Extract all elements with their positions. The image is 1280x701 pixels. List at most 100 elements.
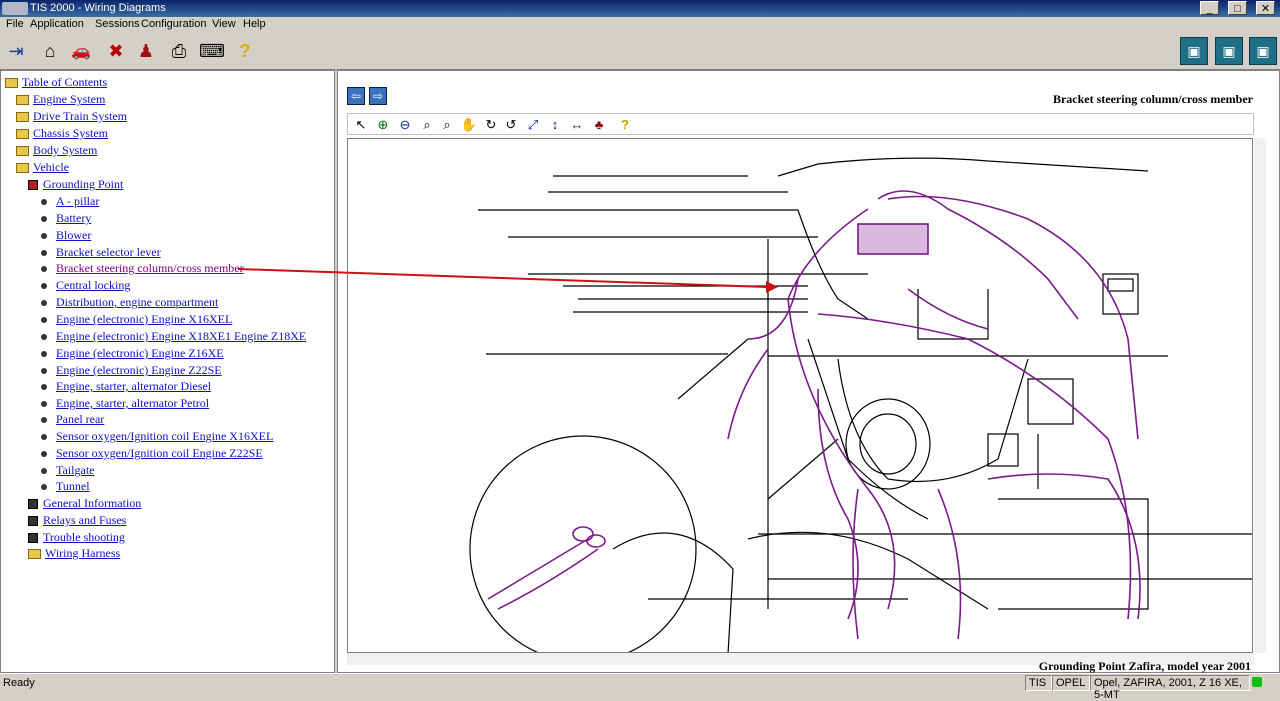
fit-height-icon[interactable]: ↕ (546, 116, 564, 134)
toc-label[interactable]: Engine (electronic) Engine Z16XE (56, 346, 224, 360)
list-item[interactable]: Sensor oxygen/Ignition coil Engine X16XE… (41, 429, 273, 443)
list-item[interactable]: Battery (41, 211, 91, 225)
list-item[interactable]: Tailgate (41, 463, 94, 477)
toc-label[interactable]: Engine, starter, alternator Diesel (56, 379, 211, 393)
list-item[interactable]: Sensor oxygen/Ignition coil Engine Z22SE (41, 446, 263, 460)
toc-label[interactable]: Chassis System (33, 126, 108, 140)
bullet-icon (41, 300, 47, 307)
home-icon[interactable]: ⌂ (37, 38, 63, 64)
toc-label[interactable]: Engine (electronic) Engine X16XEL (56, 312, 232, 326)
list-item[interactable]: Bracket selector lever (41, 245, 161, 259)
list-item[interactable]: Blower (41, 228, 91, 242)
menu-file[interactable]: File (6, 18, 24, 30)
list-item[interactable]: Tunnel (41, 479, 90, 493)
toc-item-vehicle[interactable]: Vehicle (16, 160, 69, 174)
menu-application[interactable]: Application (30, 18, 84, 30)
keyboard-icon[interactable]: ⌨ (199, 38, 225, 64)
fit-width-icon[interactable]: ↔ (568, 116, 586, 134)
toc-label[interactable]: Vehicle (33, 160, 69, 174)
diagram-heading: Bracket steering column/cross member (1052, 92, 1253, 106)
toc-item[interactable]: Engine System (16, 92, 105, 106)
car-icon[interactable]: 🚗 (68, 38, 94, 64)
toc-label[interactable]: Trouble shooting (43, 530, 125, 544)
list-item[interactable]: Engine (electronic) Engine X16XEL (41, 312, 232, 326)
list-item-selected[interactable]: Bracket steering column/cross member (41, 261, 244, 275)
toc-item[interactable]: General Information (28, 496, 141, 510)
vehicle-icon-1[interactable]: ▣ (1180, 37, 1208, 65)
toc-label[interactable]: Engine (electronic) Engine Z22SE (56, 363, 222, 377)
vertical-scrollbar[interactable] (1254, 138, 1266, 653)
bullet-icon (41, 384, 47, 391)
toc-label[interactable]: Sensor oxygen/Ignition coil Engine Z22SE (56, 446, 263, 460)
tree-icon[interactable]: ♣ (590, 116, 608, 134)
zoom-window-icon[interactable]: ⌕ (438, 116, 456, 134)
toc-label[interactable]: Engine System (33, 92, 105, 106)
toc-label[interactable]: A - pillar (56, 194, 99, 208)
list-item[interactable]: Central locking (41, 278, 130, 292)
back-arrow-icon[interactable]: ⇦ (347, 87, 365, 105)
list-item[interactable]: Engine, starter, alternator Petrol (41, 396, 209, 410)
toc-label[interactable]: Tailgate (56, 463, 94, 477)
list-item[interactable]: Distribution, engine compartment (41, 295, 218, 309)
toc-root[interactable]: Table of Contents (5, 75, 107, 89)
menu-configuration[interactable]: Configuration (141, 18, 206, 30)
toc-label[interactable]: Sensor oxygen/Ignition coil Engine X16XE… (56, 429, 273, 443)
list-item[interactable]: Engine (electronic) Engine Z22SE (41, 363, 222, 377)
forward-arrow-icon[interactable]: ⇨ (369, 87, 387, 105)
diagram-canvas[interactable] (347, 138, 1253, 653)
minimize-button[interactable]: _ (1200, 1, 1219, 15)
list-item[interactable]: Engine (electronic) Engine X18XE1 Engine… (41, 329, 306, 343)
toc-label[interactable]: Body System (33, 143, 97, 157)
toc-label[interactable]: General Information (43, 496, 141, 510)
maximize-button[interactable]: □ (1228, 1, 1247, 15)
rotate-left-icon[interactable]: ↺ (502, 116, 520, 134)
toc-item[interactable]: Drive Train System (16, 109, 127, 123)
toc-label[interactable]: Engine (electronic) Engine X18XE1 Engine… (56, 329, 306, 343)
toc-label[interactable]: Central locking (56, 278, 130, 292)
print-icon[interactable]: ⎙ (166, 38, 192, 64)
vehicle-icon-2[interactable]: ▣ (1215, 37, 1243, 65)
toc-item-grounding[interactable]: Grounding Point (28, 177, 123, 191)
toc-root-label[interactable]: Table of Contents (22, 75, 107, 89)
exit-icon[interactable]: ⇥ (3, 38, 29, 64)
toc-label[interactable]: Tunnel (56, 479, 90, 493)
pan-hand-icon[interactable]: ✋ (460, 116, 478, 134)
list-item[interactable]: Panel rear (41, 412, 104, 426)
toc-item[interactable]: Relays and Fuses (28, 513, 126, 527)
bullet-icon (41, 434, 47, 441)
help-icon[interactable]: ? (232, 38, 258, 64)
toc-label[interactable]: Grounding Point (43, 177, 123, 191)
toc-label[interactable]: Engine, starter, alternator Petrol (56, 396, 209, 410)
toc-item[interactable]: Wiring Harness (28, 546, 120, 560)
list-item[interactable]: Engine, starter, alternator Diesel (41, 379, 211, 393)
toc-label[interactable]: Wiring Harness (45, 546, 120, 560)
person-icon[interactable]: ♟ (133, 38, 159, 64)
close-button[interactable]: ✕ (1256, 1, 1275, 15)
toc-label[interactable]: Distribution, engine compartment (56, 295, 218, 309)
rotate-right-icon[interactable]: ↻ (482, 116, 500, 134)
toc-label[interactable]: Battery (56, 211, 91, 225)
zoom-out-icon[interactable]: ⊖ (396, 116, 414, 134)
toc-label[interactable]: Blower (56, 228, 91, 242)
menu-view[interactable]: View (212, 18, 236, 30)
vehicle-icon-3[interactable]: ▣ (1249, 37, 1277, 65)
toc-item[interactable]: Body System (16, 143, 97, 157)
fit-page-icon[interactable]: ⤢ (524, 116, 542, 134)
list-item[interactable]: Engine (electronic) Engine Z16XE (41, 346, 224, 360)
zoom-icon[interactable]: ⌕ (418, 116, 436, 134)
toc-label[interactable]: Drive Train System (33, 109, 127, 123)
folder-icon (16, 129, 29, 140)
menu-help[interactable]: Help (243, 18, 266, 30)
stop-icon[interactable]: ✖ (103, 38, 129, 64)
toc-item[interactable]: Trouble shooting (28, 530, 125, 544)
help-icon[interactable]: ? (616, 116, 634, 134)
toc-label[interactable]: Bracket selector lever (56, 245, 161, 259)
list-item[interactable]: A - pillar (41, 194, 99, 208)
pointer-icon[interactable]: ↖ (352, 116, 370, 134)
menu-sessions[interactable]: Sessions (95, 18, 140, 30)
toc-item[interactable]: Chassis System (16, 126, 108, 140)
toc-label[interactable]: Bracket steering column/cross member (56, 261, 244, 275)
toc-label[interactable]: Relays and Fuses (43, 513, 126, 527)
zoom-in-icon[interactable]: ⊕ (374, 116, 392, 134)
toc-label[interactable]: Panel rear (56, 412, 104, 426)
